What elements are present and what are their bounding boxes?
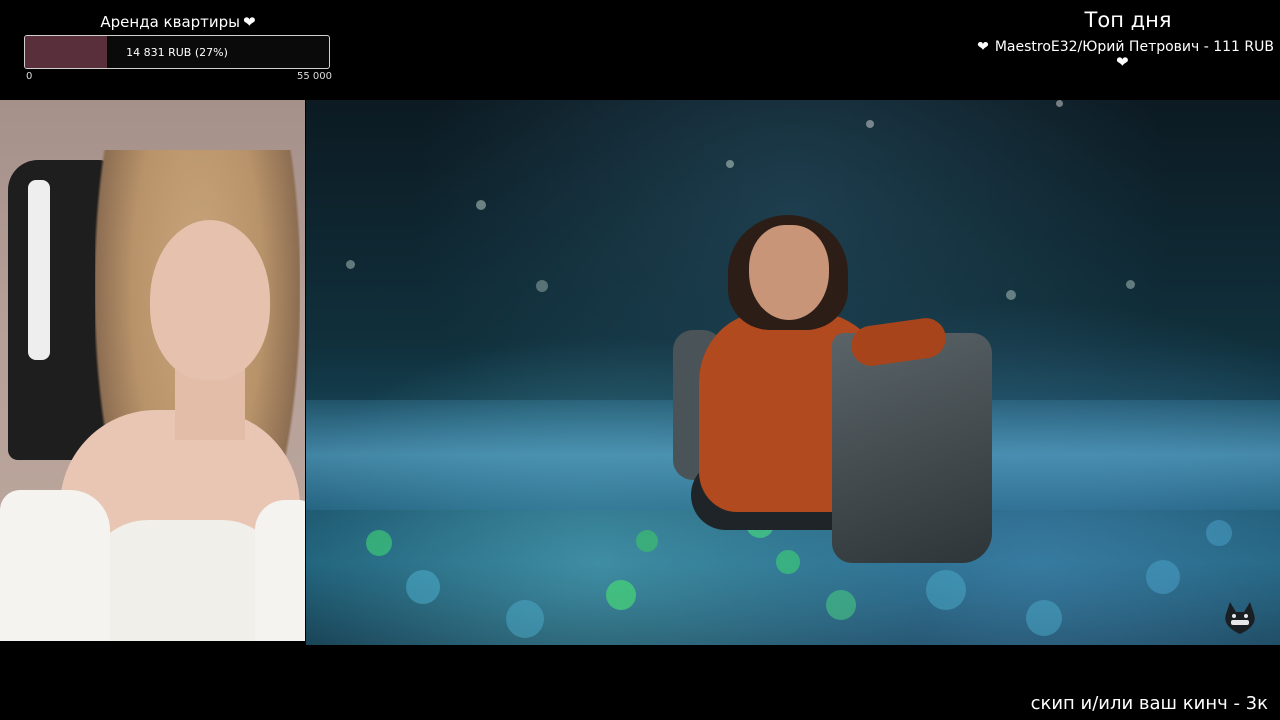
bokeh-light: [476, 200, 486, 210]
top-day-title: Топ дня: [1084, 8, 1172, 32]
heart-icon: ❤: [1116, 53, 1129, 71]
chair-stripe: [28, 180, 50, 360]
bottom-note: скип и/или ваш кинч - 3к: [1030, 693, 1268, 714]
bokeh-light: [1006, 290, 1016, 300]
webcam-feed: [0, 100, 305, 641]
streamer-top: [95, 520, 275, 641]
goal-amount: 14 831 RUB (27%): [126, 45, 228, 59]
goal-max-label: 55 000: [297, 71, 332, 82]
bokeh-light: [1146, 560, 1180, 594]
top-day-entry-text: MaestroE32/Юрий Петрович - 111 RUB: [994, 39, 1274, 55]
bokeh-light: [606, 580, 636, 610]
bokeh-light: [636, 530, 658, 552]
goal-progress-bar: 14 831 RUB (27%): [24, 35, 330, 69]
bokeh-light: [346, 260, 355, 269]
bokeh-light: [506, 600, 544, 638]
bokeh-light: [536, 280, 548, 292]
cardigan-right: [255, 500, 305, 641]
heart-icon: ❤: [977, 39, 989, 55]
bokeh-light: [826, 590, 856, 620]
cardigan-left: [0, 490, 110, 641]
bokeh-light: [866, 120, 874, 128]
goal-title: Аренда квартиры ❤: [24, 12, 332, 32]
goal-title-text: Аренда квартиры: [100, 13, 241, 31]
heart-icon: ❤: [243, 13, 256, 31]
bokeh-light: [1126, 280, 1135, 289]
streamer-face: [150, 220, 270, 380]
bokeh-light: [926, 570, 966, 610]
channel-mascot-icon: [1225, 602, 1255, 634]
video-player[interactable]: [306, 100, 1280, 645]
bokeh-light: [1206, 520, 1232, 546]
bokeh-light: [726, 160, 734, 168]
goal-min-label: 0: [26, 71, 33, 82]
bokeh-light: [1056, 100, 1063, 107]
bokeh-light: [776, 550, 800, 574]
bokeh-light: [366, 530, 392, 556]
video-chair: [832, 333, 992, 563]
video-person-face: [749, 225, 829, 320]
bokeh-light: [406, 570, 440, 604]
bokeh-light: [1026, 600, 1062, 636]
